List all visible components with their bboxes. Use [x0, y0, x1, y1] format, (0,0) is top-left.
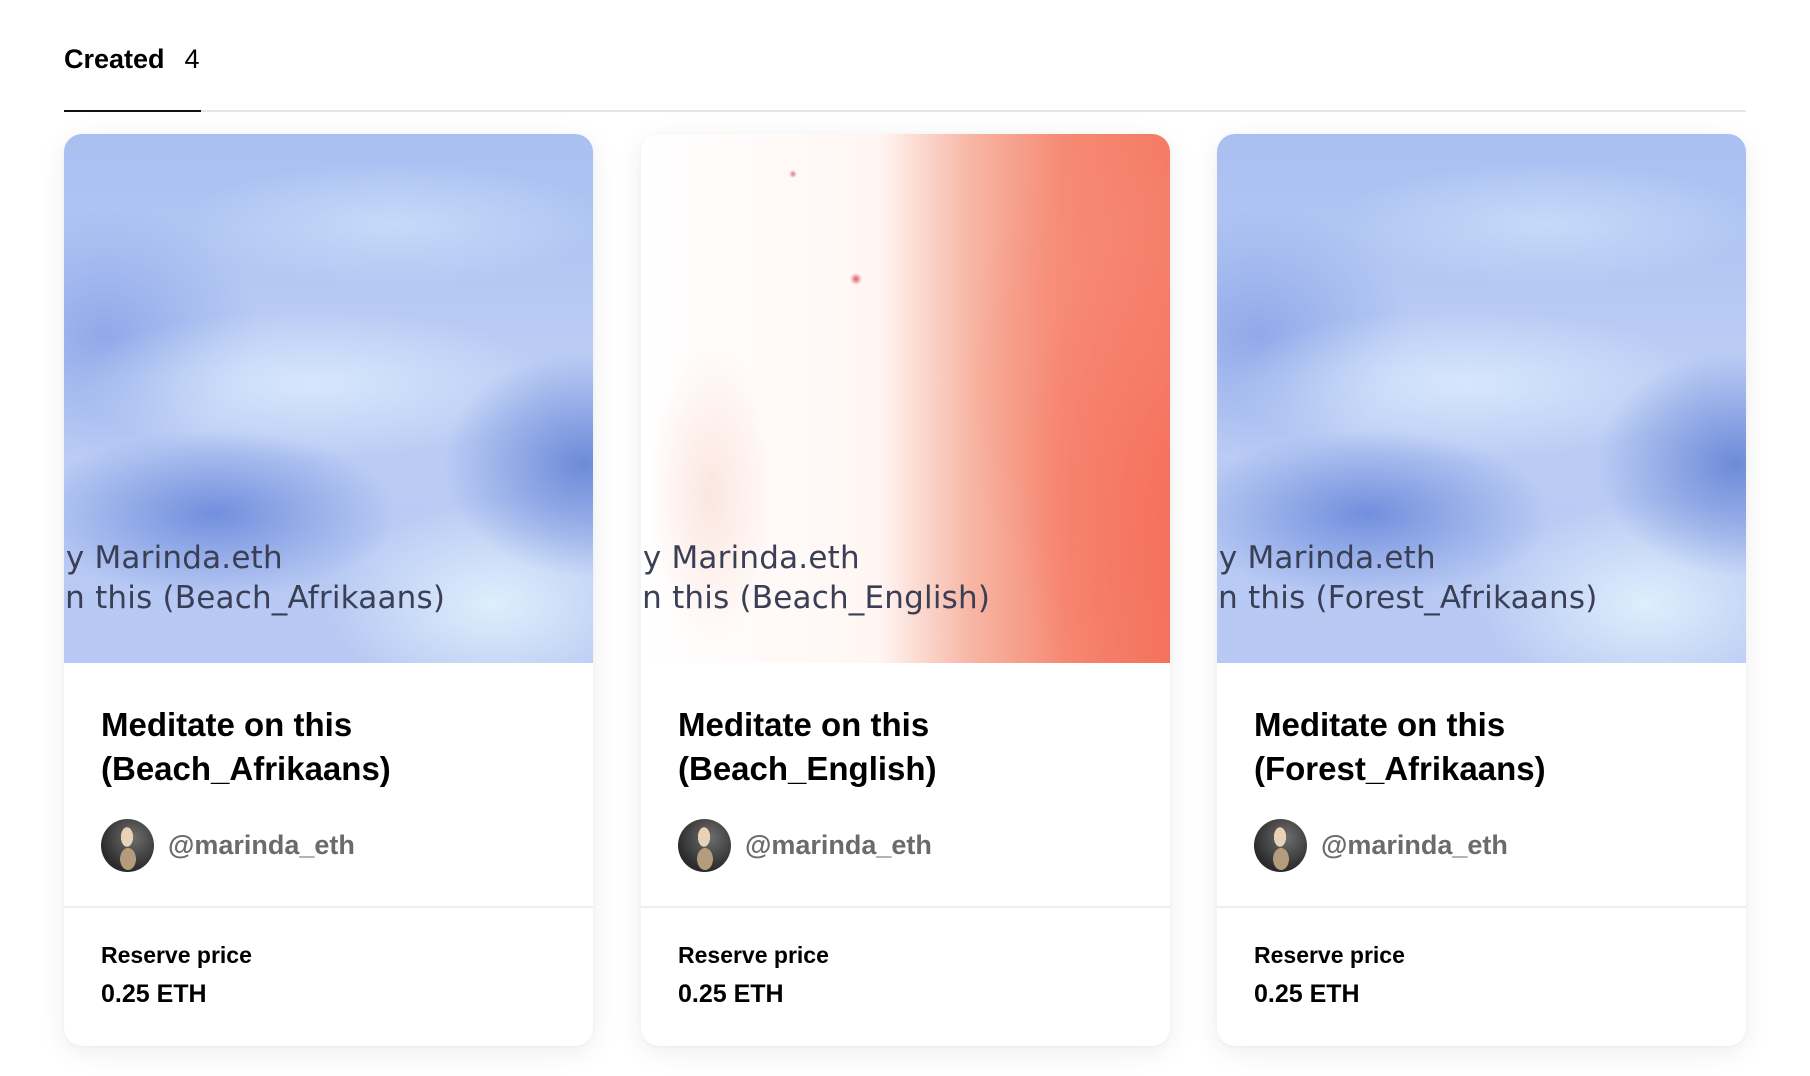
- avatar: [678, 819, 731, 872]
- thumbnail-caption-line: by Marinda.eth: [64, 540, 283, 576]
- creator-link[interactable]: @marinda_eth: [678, 819, 932, 872]
- artwork-title-line: Meditate on this: [101, 706, 353, 743]
- tab-created[interactable]: Created 4: [64, 44, 201, 112]
- artwork-card[interactable]: by Marinda.eth on this (Forest_Afrikaans…: [1217, 134, 1746, 1046]
- reserve-price-value: 0.25 ETH: [678, 980, 784, 1008]
- thumbnail-caption-line: on this (Beach_Afrikaans): [64, 580, 446, 616]
- artwork-title-line: (Beach_English): [678, 750, 937, 787]
- reserve-price-value: 0.25 ETH: [101, 980, 207, 1008]
- avatar: [1254, 819, 1307, 872]
- reserve-price-value: 0.25 ETH: [1254, 980, 1360, 1008]
- artwork-thumbnail[interactable]: by Marinda.eth on this (Forest_Afrikaans…: [1217, 134, 1746, 663]
- creator-link[interactable]: @marinda_eth: [1254, 819, 1508, 872]
- thumbnail-caption: by Marinda.eth on this (Forest_Afrikaans…: [1217, 538, 1597, 618]
- avatar: [101, 819, 154, 872]
- artwork-title-line: (Forest_Afrikaans): [1254, 750, 1546, 787]
- tab-created-label: Created: [64, 44, 165, 74]
- thumbnail-caption-line: on this (Beach_English): [641, 580, 991, 616]
- profile-tabs: Created 4: [64, 44, 1746, 112]
- thumbnail-caption-line: on this (Forest_Afrikaans): [1217, 580, 1598, 616]
- artwork-grid: by Marinda.eth on this (Beach_Afrikaans)…: [64, 134, 1746, 1048]
- creator-handle: @marinda_eth: [1321, 830, 1508, 860]
- creator-handle: @marinda_eth: [745, 830, 932, 860]
- reserve-price-label: Reserve price: [678, 942, 829, 968]
- tab-created-count: 4: [184, 44, 200, 74]
- artwork-thumbnail[interactable]: by Marinda.eth on this (Beach_English): [641, 134, 1170, 663]
- artwork-title[interactable]: Meditate on this (Beach_Afrikaans): [101, 703, 571, 791]
- artwork-title-line: Meditate on this: [1254, 706, 1506, 743]
- artwork-title[interactable]: Meditate on this (Beach_English): [678, 703, 1148, 791]
- reserve-price-label: Reserve price: [101, 942, 252, 968]
- thumbnail-caption-line: by Marinda.eth: [1217, 540, 1436, 576]
- artwork-title-line: (Beach_Afrikaans): [101, 750, 391, 787]
- thumbnail-caption: by Marinda.eth on this (Beach_English): [641, 538, 990, 618]
- artwork-card[interactable]: by Marinda.eth on this (Beach_Afrikaans)…: [64, 134, 593, 1046]
- thumbnail-caption-line: by Marinda.eth: [641, 540, 860, 576]
- creator-link[interactable]: @marinda_eth: [101, 819, 355, 872]
- card-divider: [64, 906, 593, 908]
- card-divider: [1217, 906, 1746, 908]
- creator-handle: @marinda_eth: [168, 830, 355, 860]
- artwork-title-line: Meditate on this: [678, 706, 930, 743]
- artwork-card[interactable]: by Marinda.eth on this (Beach_English) M…: [641, 134, 1170, 1046]
- thumbnail-caption: by Marinda.eth on this (Beach_Afrikaans): [64, 538, 445, 618]
- artwork-thumbnail[interactable]: by Marinda.eth on this (Beach_Afrikaans): [64, 134, 593, 663]
- reserve-price-label: Reserve price: [1254, 942, 1405, 968]
- card-divider: [641, 906, 1170, 908]
- artwork-title[interactable]: Meditate on this (Forest_Afrikaans): [1254, 703, 1724, 791]
